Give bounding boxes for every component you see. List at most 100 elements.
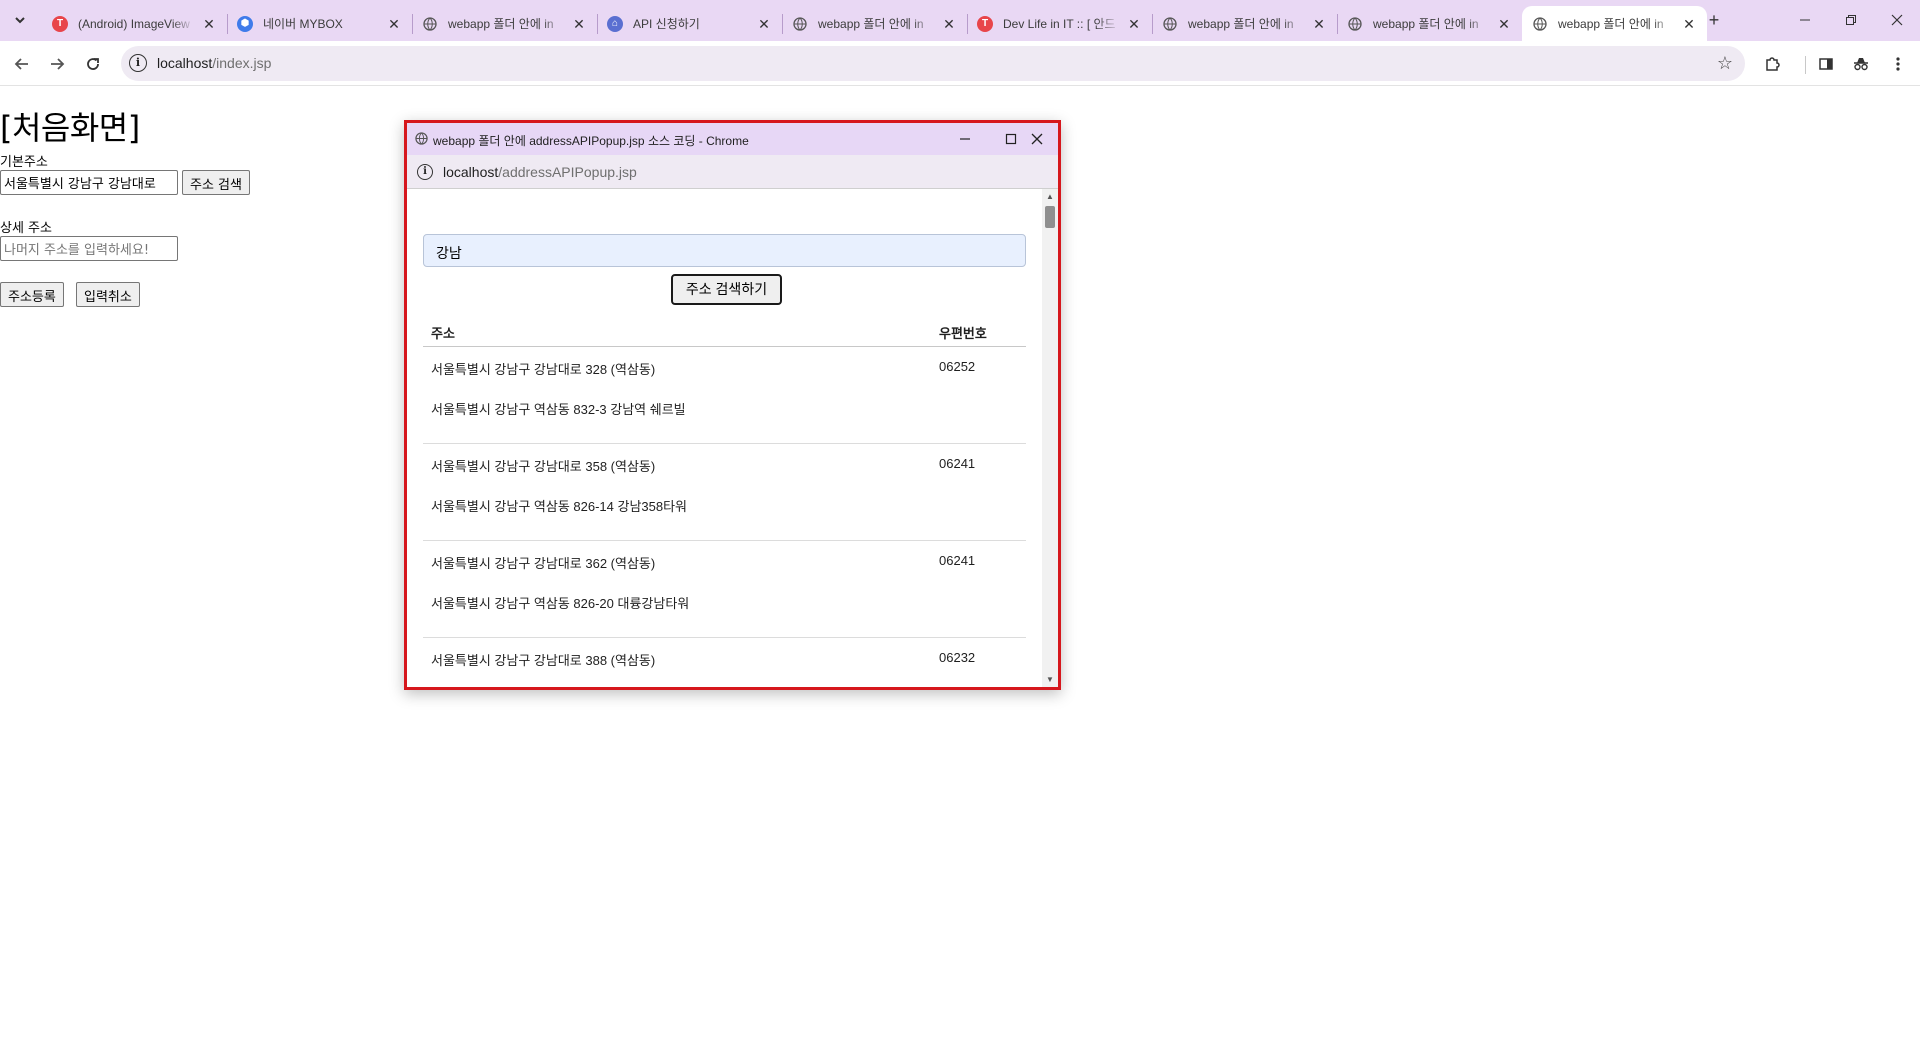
browser-tab[interactable]: ⬢ 네이버 MYBOX ✕ [227,6,412,41]
browser-tab[interactable]: ⌂ API 신청하기 ✕ [597,6,782,41]
scrollbar-thumb[interactable] [1045,206,1055,228]
minimize-window-button[interactable] [1782,8,1828,32]
basic-address-label: 기본주소 [0,155,48,170]
menu-button[interactable] [1884,50,1912,78]
popup-window-title: webapp 폴더 안에 addressAPIPopup.jsp 소스 코딩 -… [433,134,749,148]
back-button[interactable] [8,50,36,78]
popup-title-bar[interactable]: webapp 폴더 안에 addressAPIPopup.jsp 소스 코딩 -… [407,123,1058,155]
tab-title: (Android) ImageView [78,16,190,31]
popup-minimize-button[interactable] [945,127,985,151]
toolbar-divider [1805,56,1806,74]
cancel-input-button[interactable]: 입력취소 [76,282,140,307]
extensions-button[interactable] [1758,50,1786,78]
close-tab-icon[interactable]: ✕ [1311,16,1327,32]
popup-search-input[interactable]: 강남 [423,234,1026,267]
jibun-address[interactable]: 서울특별시 강남구 역삼동 832-3 강남역 쉐르빌 [431,399,686,418]
address-results-table: 주소 우편번호 서울특별시 강남구 강남대로 328 (역삼동) 06252 서울특… [423,309,1026,687]
detail-address-input[interactable]: 나머지 주소를 입력하세요! [0,236,178,261]
close-tab-icon[interactable]: ✕ [1496,16,1512,32]
close-tab-icon[interactable]: ✕ [386,16,402,32]
road-address[interactable]: 서울특별시 강남구 강남대로 328 (역삼동) [431,359,655,378]
browser-tab[interactable]: webapp 폴더 안에 in ✕ [1522,6,1707,41]
browser-tab[interactable]: webapp 폴더 안에 in ✕ [782,6,967,41]
column-header-address: 주소 [431,326,455,341]
tab-title: Dev Life in IT :: [ 안드 [1003,17,1116,31]
tab-title: API 신청하기 [633,17,700,31]
popup-content: 강남 주소 검색하기 주소 우편번호 서울특별시 강남구 강남대로 328 (역… [407,189,1042,687]
incognito-profile-button[interactable] [1847,50,1875,78]
address-popup-window: webapp 폴더 안에 addressAPIPopup.jsp 소스 코딩 -… [404,120,1061,690]
column-header-zip: 우편번호 [939,326,987,341]
tab-title: webapp 폴더 안에 in [818,17,924,31]
forward-button[interactable] [43,50,71,78]
table-row[interactable]: 서울특별시 강남구 강남대로 358 (역삼동) 06241 서울특별시 강남구 역… [423,444,1026,541]
maximize-icon [1005,133,1017,145]
tab-title: webapp 폴더 안에 in [1558,17,1664,31]
tab-title: webapp 폴더 안에 in [448,17,554,31]
popup-url: localhost/addressAPIPopup.jsp [443,164,637,180]
register-address-button[interactable]: 주소등록 [0,282,64,307]
page-title: [처음화면] [0,109,140,147]
zip-code: 06232 [939,650,976,665]
browser-tab[interactable]: T Dev Life in IT :: [ 안드 ✕ [967,6,1152,41]
browser-tab[interactable]: webapp 폴더 안에 in ✕ [412,6,597,41]
chevron-down-icon [15,17,25,24]
jibun-address[interactable]: 서울특별시 강남구 역삼동 826-20 대륭강남타워 [431,593,689,612]
address-bar-url[interactable]: localhost/index.jsp [157,55,271,71]
basic-address-input[interactable]: 서울특별시 강남구 강남대로 [0,170,178,195]
browser-tab[interactable]: webapp 폴더 안에 in ✕ [1337,6,1522,41]
address-search-button[interactable]: 주소 검색 [182,170,250,195]
table-row[interactable]: 서울특별시 강남구 강남대로 362 (역삼동) 06241 서울특별시 강남구 역… [423,541,1026,638]
globe-icon [1532,16,1548,32]
table-row[interactable]: 서울특별시 강남구 강남대로 328 (역삼동) 06252 서울특별시 강남구 역… [423,347,1026,444]
side-panel-button[interactable] [1812,50,1840,78]
reload-icon [87,58,99,70]
tab-title: 네이버 MYBOX [263,17,343,31]
tab-title: webapp 폴더 안에 in [1373,17,1479,31]
jibun-address[interactable]: 서울특별시 강남구 역삼동 826-14 강남358타워 [431,496,687,515]
close-tab-icon[interactable]: ✕ [756,16,772,32]
new-tab-button[interactable]: + [1702,10,1726,32]
detail-address-label: 상세 주소 [0,221,52,236]
browser-tab[interactable]: T (Android) ImageView ✕ [42,6,227,41]
bookmark-star-icon[interactable]: ☆ [1717,53,1733,74]
globe-icon [1347,16,1363,32]
close-icon [1031,133,1043,145]
globe-icon [1162,16,1178,32]
browser-tab[interactable]: webapp 폴더 안에 in ✕ [1152,6,1337,41]
mybox-icon: ⬢ [237,15,253,32]
site-info-icon[interactable]: i [129,54,147,72]
tab-strip: T (Android) ImageView ✕ ⬢ 네이버 MYBOX ✕ webapp 폴… [0,0,1920,41]
tab-title: webapp 폴더 안에 in [1188,17,1294,31]
popup-close-button[interactable] [1017,127,1057,151]
road-address[interactable]: 서울특별시 강남구 강남대로 362 (역삼동) [431,553,655,572]
globe-icon [792,16,808,32]
url-host: localhost [157,55,213,71]
address-bar[interactable]: i localhost/index.jsp ☆ [121,46,1745,81]
close-tab-icon[interactable]: ✕ [571,16,587,32]
road-address[interactable]: 서울특별시 강남구 강남대로 358 (역삼동) [431,456,655,475]
reload-button[interactable] [79,50,107,78]
tistory-icon: T [977,15,993,32]
table-row[interactable]: 서울특별시 강남구 강남대로 388 (역삼동) 06232 [423,638,1026,687]
restore-window-button[interactable] [1828,8,1874,32]
popup-scrollbar[interactable]: ▲ ▼ [1042,189,1058,687]
zip-code: 06241 [939,553,976,568]
close-tab-icon[interactable]: ✕ [201,16,217,32]
site-info-icon[interactable]: i [417,164,433,180]
arrow-right-icon [51,58,65,70]
tab-search-button[interactable] [6,8,34,32]
close-tab-icon[interactable]: ✕ [941,16,957,32]
road-address[interactable]: 서울특별시 강남구 강남대로 388 (역삼동) [431,650,655,669]
globe-icon [415,132,428,148]
scroll-up-arrow-icon[interactable]: ▲ [1046,192,1054,201]
popup-address-bar: i localhost/addressAPIPopup.jsp [407,155,1058,189]
close-tab-icon[interactable]: ✕ [1681,16,1697,32]
close-tab-icon[interactable]: ✕ [1126,16,1142,32]
globe-icon [422,16,438,32]
table-header: 주소 우편번호 [423,309,1026,347]
popup-search-button[interactable]: 주소 검색하기 [671,274,782,305]
more-vertical-icon [1896,57,1900,71]
close-window-button[interactable] [1874,8,1920,32]
scroll-down-arrow-icon[interactable]: ▼ [1046,675,1054,684]
